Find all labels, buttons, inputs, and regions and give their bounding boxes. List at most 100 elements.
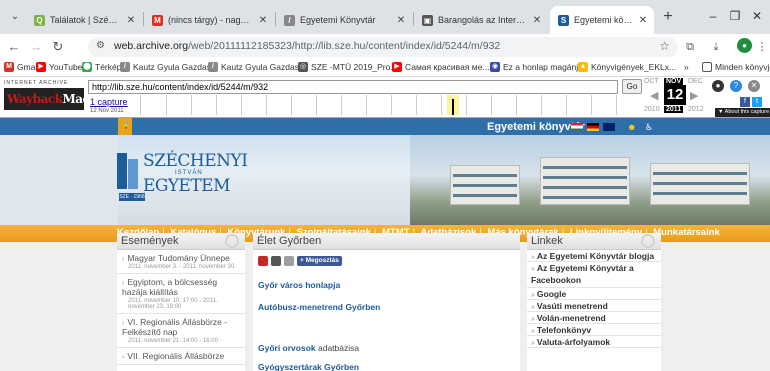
next-capture-arrow-icon[interactable]: ▶ — [690, 89, 698, 102]
bookmark-item[interactable]: / Kautz Gyula Gazdas... — [120, 62, 218, 72]
download-icon[interactable]: ⤓ — [708, 39, 724, 55]
bookmark-item[interactable]: ◉ Ez a honlap magánj... — [490, 62, 585, 72]
globe-icon: ◎ — [298, 62, 308, 72]
accessibility-icon[interactable]: ☻ — [627, 122, 636, 132]
link-item[interactable]: » Google — [527, 288, 661, 300]
link-arrow-icon: » — [531, 292, 535, 299]
event-item[interactable]: › VI. Regionális Állásbörze - Felkészítő … — [117, 314, 245, 348]
browser-tab-active[interactable]: S Egyetemi könyvtár - Élet Gy ✕ — [550, 6, 654, 34]
all-bookmarks-folder[interactable]: Minden könyvjelző — [702, 62, 770, 72]
menu-kebab-icon[interactable]: ⋮ — [754, 39, 770, 55]
about-capture-button[interactable]: ▼ About this capture — [715, 108, 770, 117]
german-flag-icon[interactable] — [587, 123, 599, 131]
university-logo[interactable]: SZÉCHENYI ISTVÁN EGYETEM SZE · 1968 — [117, 151, 248, 207]
browser-tab[interactable]: M (nincs tárgy) - nagy.maria@ ✕ — [144, 6, 274, 34]
browser-tab[interactable]: Q Találatok | Széchenyi István ✕ — [26, 6, 142, 34]
tab-search-chevron-icon[interactable]: ⌄ — [8, 10, 22, 24]
pdf-icon[interactable] — [258, 256, 268, 266]
bookmark-item[interactable]: ▲ Könyvigények_EKLx... — [578, 62, 676, 72]
event-item[interactable]: › Magyar Tudomány Ünnepe 2011. november 3.… — [117, 250, 245, 274]
close-tab-icon[interactable]: ✕ — [258, 15, 268, 26]
address-bar[interactable]: ⚙ web.archive.org/web/20111112185323/htt… — [88, 37, 678, 57]
sparkline-year-divider — [391, 95, 392, 115]
sparkline-year-divider — [216, 95, 217, 115]
sparkline-year-divider — [366, 95, 367, 115]
pharmacies-link[interactable]: Gyógyszertárak Győrben — [258, 362, 359, 371]
profile-avatar-icon[interactable]: ● — [737, 38, 752, 53]
wayback-url-input[interactable]: http://lib.sze.hu/content/index/id/5244/… — [88, 80, 618, 94]
help-icon[interactable]: ? — [730, 80, 742, 92]
maximize-icon[interactable]: ❐ — [728, 9, 742, 23]
captures-link[interactable]: 1 capture — [90, 97, 128, 107]
facebook-icon[interactable]: f — [740, 97, 750, 107]
link-item[interactable]: » Vasúti menetrend — [527, 300, 661, 312]
next-year[interactable]: 2012 — [688, 106, 704, 113]
english-flag-icon[interactable] — [603, 123, 615, 131]
gmail-favicon-icon: M — [152, 14, 163, 26]
site-info-icon[interactable]: ⚙ — [96, 40, 105, 51]
hungarian-flag-icon[interactable] — [571, 123, 583, 131]
wayback-logo[interactable]: INTERNET ARCHIVE WaybackMachine — [4, 80, 117, 114]
link-item[interactable]: » Volán-menetrend — [527, 312, 661, 324]
login-lock[interactable]: 🔒 — [118, 118, 132, 135]
wayback-logo-text: WaybackMachine — [4, 88, 117, 110]
browser-tab[interactable]: / Egyetemi Könyvtár ✕ — [276, 6, 412, 34]
tab-title: Egyetemi Könyvtár — [300, 15, 376, 25]
reload-icon[interactable]: ↻ — [50, 39, 66, 55]
twitter-icon[interactable]: t — [752, 97, 762, 107]
next-month[interactable]: DEC — [688, 78, 703, 85]
close-tab-icon[interactable]: ✕ — [638, 15, 648, 26]
archive-favicon-icon: ▣ — [422, 14, 433, 26]
bookmarks-overflow-button[interactable]: » — [684, 62, 689, 72]
browser-tab[interactable]: ▣ Barangolás az Internet Arch ✕ — [414, 6, 548, 34]
sparkline-year-divider — [541, 95, 542, 115]
campus-building — [540, 157, 630, 205]
link-item[interactable]: » Az Egyetemi Könyvtár blogja — [527, 250, 661, 262]
back-arrow-icon[interactable]: ← — [6, 39, 22, 55]
bookmark-item[interactable]: ▶ YouTube — [36, 62, 82, 72]
logo-line-1: SZÉCHENYI — [143, 151, 248, 171]
sparkline-year-divider — [616, 95, 617, 115]
prev-month[interactable]: OCT — [644, 78, 659, 85]
prev-year[interactable]: 2010 — [644, 106, 660, 113]
new-tab-button[interactable]: + — [660, 8, 676, 26]
bookmark-item[interactable]: ▶ Самая красивая ме... — [392, 62, 489, 72]
bookmark-item[interactable]: / Kautz Gyula Gazdas... — [208, 62, 306, 72]
close-tab-icon[interactable]: ✕ — [532, 15, 542, 26]
bookmark-item[interactable]: ⬤ Térkép — [82, 62, 121, 72]
close-window-icon[interactable]: ✕ — [750, 9, 764, 23]
email-icon[interactable] — [284, 256, 294, 266]
event-item[interactable]: › VII. Regionális Állásbörze — [117, 348, 245, 365]
close-tab-icon[interactable]: ✕ — [396, 15, 406, 26]
address-url[interactable]: web.archive.org/web/20111112185323/http:… — [114, 40, 500, 52]
extensions-icon[interactable]: ⧉ — [682, 39, 698, 55]
link-item[interactable]: » Telefonkönyv — [527, 324, 661, 336]
doctors-link[interactable]: Győri orvosok adatbázisa — [258, 343, 359, 353]
bookmark-item[interactable]: M Gmail — [4, 62, 39, 72]
wayback-go-button[interactable]: Go — [622, 79, 642, 94]
bus-timetable-link[interactable]: Autóbusz-menetrend Győrben — [258, 302, 380, 312]
link-arrow-icon: » — [531, 340, 535, 347]
bookmark-item[interactable]: ◎ SZE -MTÜ 2019_Pro... — [298, 62, 397, 72]
nav-item-staff[interactable]: Munkatársaink — [653, 227, 720, 238]
text-size-icon[interactable]: ♿ — [645, 122, 653, 133]
account-icon[interactable]: ● — [712, 80, 724, 92]
minimize-icon[interactable]: – — [706, 9, 720, 23]
print-icon[interactable] — [271, 256, 281, 266]
bullet-arrow-icon: › — [122, 354, 125, 361]
tab-title: (nincs tárgy) - nagy.maria@ — [168, 15, 253, 25]
tab-title: Barangolás az Internet Arch — [438, 15, 527, 25]
capture-sparkline[interactable] — [140, 95, 640, 115]
close-tab-icon[interactable]: ✕ — [126, 15, 136, 26]
close-toolbar-icon[interactable]: ✕ — [748, 80, 760, 92]
logo-badge: SZE · 1968 — [119, 193, 145, 201]
bookmark-star-icon[interactable]: ☆ — [659, 39, 670, 53]
share-button[interactable]: + Megosztás — [297, 256, 342, 266]
link-item[interactable]: » Az Egyetemi Könyvtár a Facebookon — [527, 262, 661, 288]
event-item[interactable]: › Egyiptom, a bölcsesség hazája kiállítás… — [117, 274, 245, 314]
gyor-city-link[interactable]: Győr város honlapja — [258, 280, 340, 290]
wayback-logo-small-text: INTERNET ARCHIVE — [4, 80, 69, 86]
forward-arrow-icon[interactable]: → — [28, 39, 44, 55]
link-item[interactable]: » Valuta-árfolyamok — [527, 336, 661, 348]
prev-capture-arrow-icon[interactable]: ◀ — [650, 89, 658, 102]
